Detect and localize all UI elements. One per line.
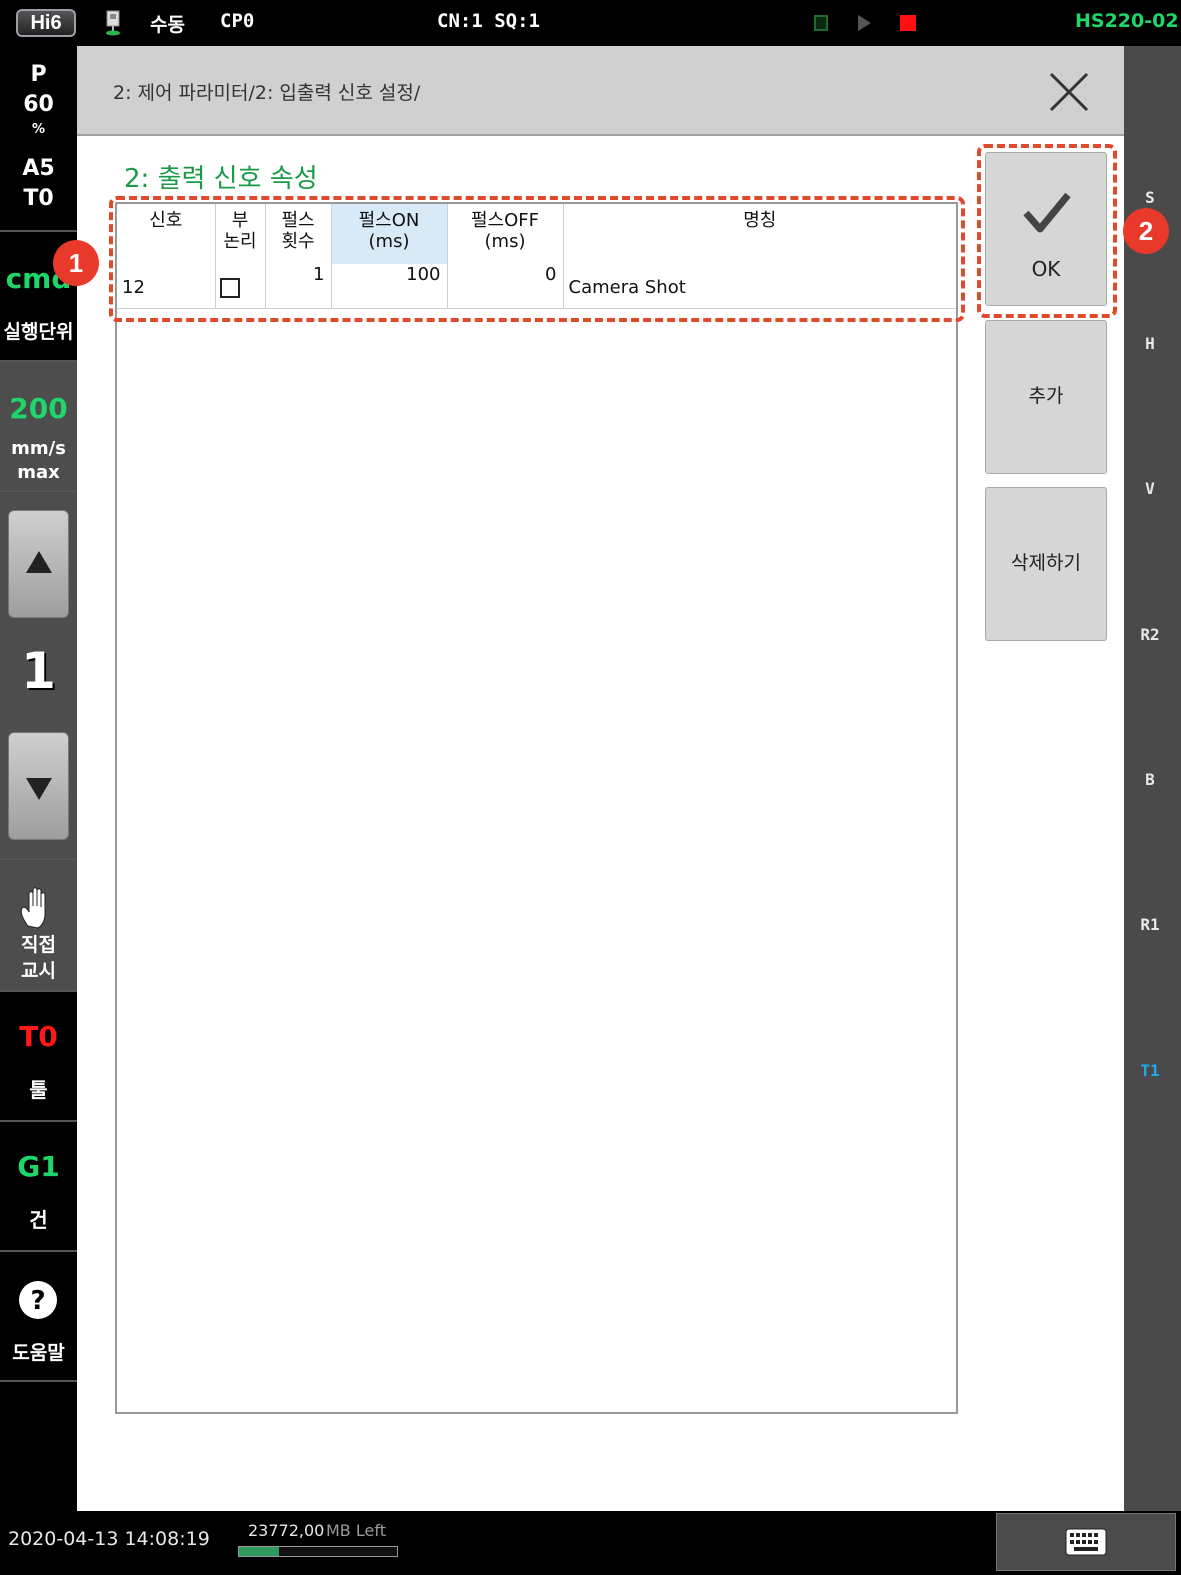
- arrow-up-icon: [26, 551, 52, 573]
- checkmark-icon: [1023, 192, 1071, 233]
- p-unit: %: [31, 122, 46, 137]
- step-control: 1: [0, 492, 77, 858]
- keyboard-button[interactable]: [996, 1513, 1176, 1571]
- axis-label-h: H: [1145, 334, 1155, 353]
- play-icon: [858, 15, 871, 31]
- model-label: HS220-02: [1075, 10, 1179, 32]
- step-up-button[interactable]: [8, 510, 69, 618]
- gun-value: G1: [17, 1150, 60, 1183]
- arrow-down-icon: [26, 778, 52, 800]
- top-status-bar: Hi6 수동 CP0 CN:1 SQ:1 HS220-02: [0, 0, 1181, 46]
- output-signal-grid: 신호 부 논리 펄스 횟수 펄스ON (ms) 펄스OFF (ms) 명칭 12 1 1…: [115, 202, 958, 1414]
- axis-label-r2: R2: [1140, 625, 1160, 644]
- stop-icon: [900, 15, 916, 31]
- ok-label: OK: [1031, 257, 1061, 281]
- pendant-icon: [106, 10, 120, 36]
- cn-sq-label: CN:1 SQ:1: [437, 10, 540, 32]
- svg-text:?: ?: [30, 1286, 45, 1316]
- annotation-badge-1: 1: [53, 240, 99, 286]
- tool-value: T0: [19, 1020, 58, 1053]
- tool-button[interactable]: T0 툴: [0, 992, 77, 1120]
- datetime: 2020-04-13 14:08:19: [8, 1528, 210, 1550]
- help-button[interactable]: ? 도움말: [0, 1252, 77, 1380]
- disk-free-unit: MB Left: [326, 1521, 386, 1540]
- direct-teach-label-2: 교시: [21, 960, 56, 982]
- main-dialog: 2: 제어 파라미터/2: 입출력 신호 설정/ 2: 출력 신호 속성 신호 …: [53, 46, 1169, 1511]
- axis-label-r1: R1: [1140, 915, 1160, 934]
- speed-value: 200: [9, 392, 68, 425]
- help-icon: ?: [19, 1281, 57, 1319]
- keyboard-icon: [1065, 1528, 1107, 1556]
- direct-teach-button[interactable]: 직접 교시: [0, 860, 77, 990]
- program-label: CP0: [220, 10, 255, 32]
- step-down-button[interactable]: [8, 732, 69, 840]
- axis-label-v: V: [1145, 479, 1155, 498]
- mode-label: 수동: [150, 14, 185, 36]
- gun-button[interactable]: G1 건: [0, 1122, 77, 1250]
- run-status-icon: [814, 15, 828, 31]
- disk-usage-fill: [239, 1547, 279, 1556]
- gun-label: 건: [29, 1208, 48, 1232]
- annotation-badge-2: 2: [1123, 208, 1169, 254]
- add-button[interactable]: 추가: [985, 320, 1107, 474]
- dialog-titlebar: 2: 제어 파라미터/2: 입출력 신호 설정/: [77, 46, 1124, 136]
- table-highlight-annotation: [109, 196, 965, 322]
- disk-usage-bar: [238, 1546, 398, 1557]
- p-label: P: [30, 62, 47, 87]
- ok-button[interactable]: OK: [985, 152, 1107, 306]
- override-block[interactable]: P 60 % A5 T0: [0, 46, 77, 230]
- tool-label: 툴: [29, 1078, 48, 1102]
- exec-unit-label: 실행단위: [3, 321, 74, 343]
- breadcrumb: 2: 제어 파라미터/2: 입출력 신호 설정/: [113, 82, 421, 104]
- axis-label-b: B: [1145, 770, 1155, 789]
- help-label: 도움말: [12, 1342, 65, 1364]
- page-title: 2: 출력 신호 속성: [124, 164, 318, 194]
- p-value: 60: [23, 92, 54, 117]
- delete-button[interactable]: 삭제하기: [985, 487, 1107, 641]
- speed-unit: mm/s: [11, 438, 66, 459]
- direct-teach-label-1: 직접: [21, 934, 56, 956]
- axis-strip: S H V R2 B R1 T1: [1124, 46, 1181, 1511]
- hand-icon: [20, 887, 46, 929]
- close-icon[interactable]: [1047, 72, 1091, 112]
- hi6-logo: Hi6: [16, 9, 76, 37]
- step-value: 1: [21, 642, 56, 700]
- axis-label-t1: T1: [1140, 1061, 1160, 1080]
- disk-free-value: 23772,00: [248, 1521, 325, 1540]
- speed-max: max: [17, 462, 60, 483]
- bottom-status-bar: 2020-04-13 14:08:19 23772,00 MB Left: [0, 1511, 1181, 1575]
- tool-number: T0: [23, 186, 54, 211]
- axis-value: A5: [22, 156, 55, 181]
- axis-label-s: S: [1145, 188, 1155, 207]
- speed-button[interactable]: 200 mm/s max: [0, 362, 77, 490]
